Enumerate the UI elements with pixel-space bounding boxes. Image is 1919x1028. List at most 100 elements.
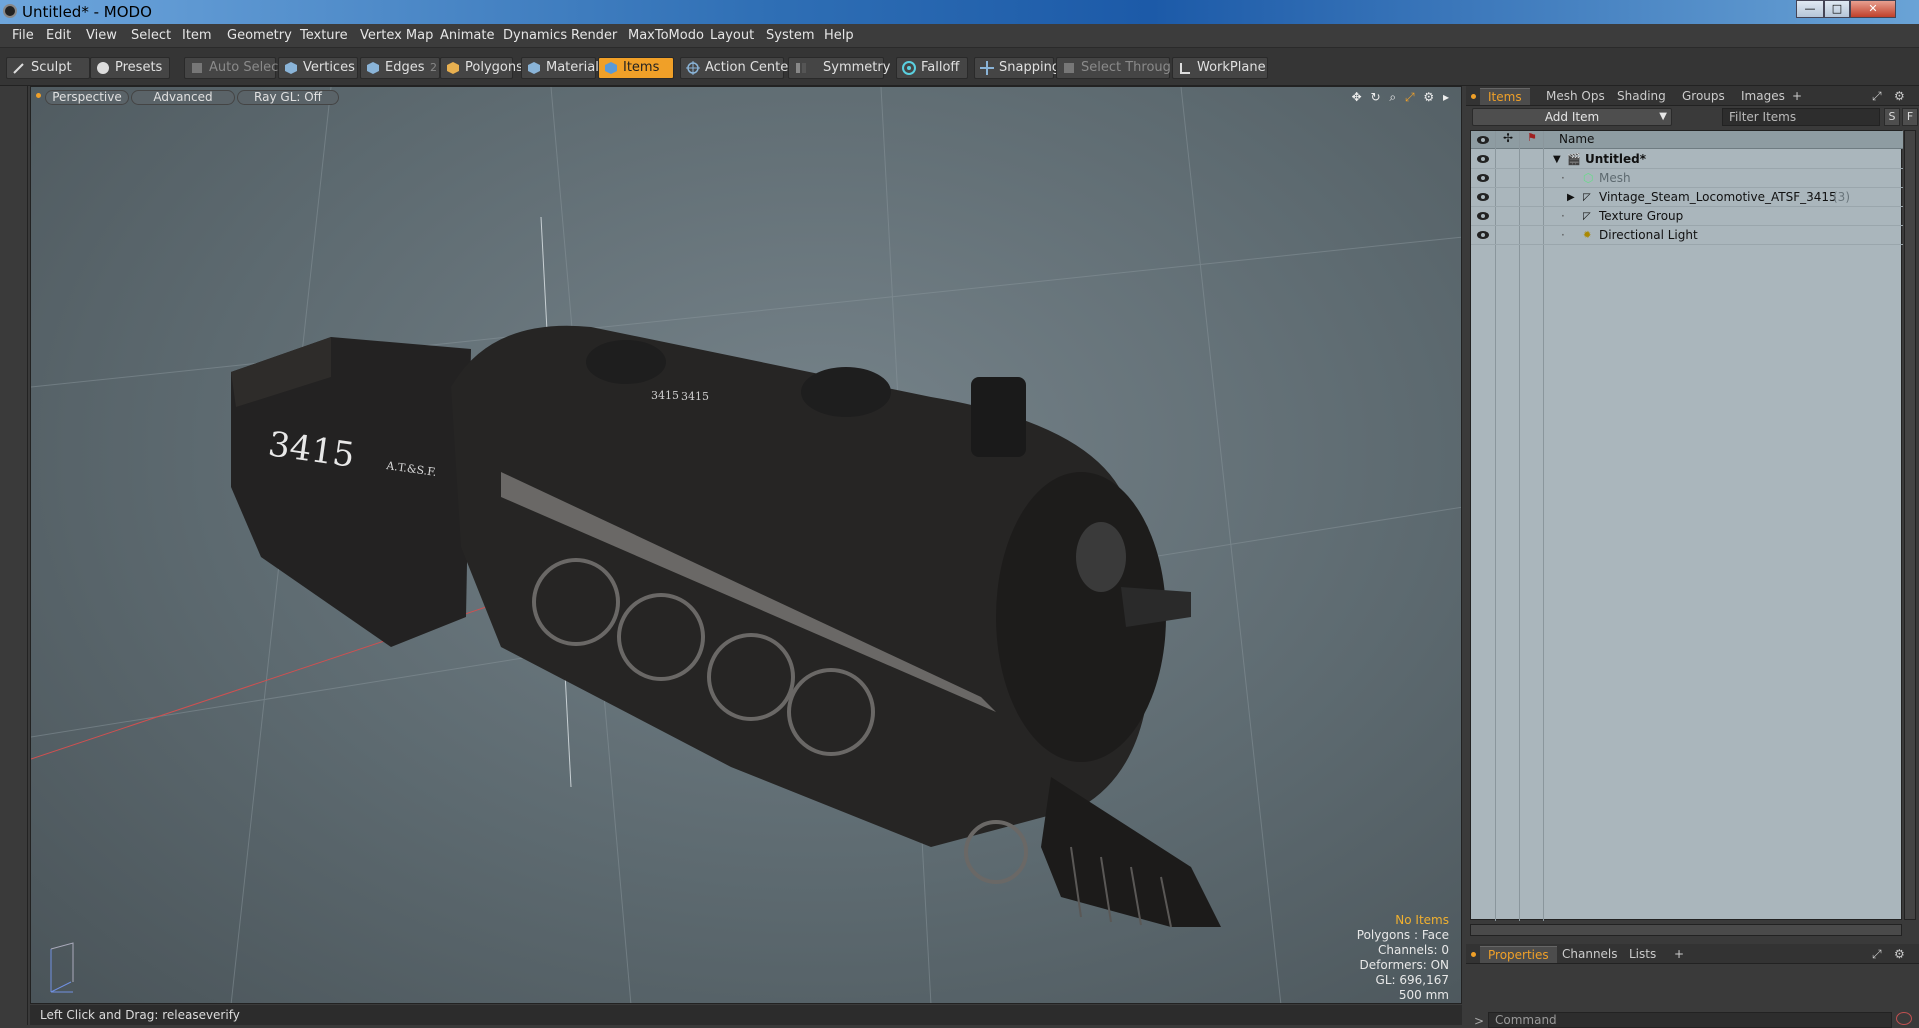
edge-cube-icon [367,62,379,74]
filter-f-button[interactable]: F [1902,108,1918,126]
name-column-header[interactable]: Name [1559,132,1594,146]
menu-texture[interactable]: Texture [300,28,348,43]
polygon-cube-icon [447,62,459,74]
close-button[interactable]: ✕ [1850,0,1896,18]
visibility-eye-icon[interactable] [1477,192,1489,202]
rotate-view-icon[interactable]: ↻ [1370,90,1380,104]
scene-render: 3415 A.T.&S.F. 3415 3415 [31,87,1461,1003]
add-tab-plus-icon[interactable]: + [1666,946,1692,963]
viewport-expand-arrow-icon[interactable]: ▸ [1443,90,1449,104]
tab-properties[interactable]: Properties [1480,946,1557,963]
viewport-header: Perspective Advanced Ray GL: Off ✥ ↻ ⌕ ⤢… [31,87,1461,107]
item-list-tree[interactable]: ✢ ⚑ Name ▼ 🎬 Untitled* · ⬡ Mesh ▶ ◸ Vint… [1470,130,1903,921]
presets-button[interactable]: Presets [90,57,170,79]
vertices-mode-button[interactable]: Vertices [278,57,358,79]
render-column-icon[interactable]: ⚑ [1527,131,1537,144]
filter-items-input[interactable]: Filter Items [1722,108,1880,126]
menu-edit[interactable]: Edit [46,28,71,43]
menu-item[interactable]: Item [182,28,212,43]
visibility-eye-icon[interactable] [1477,173,1489,183]
menu-maxtomodo[interactable]: MaxToModo [628,28,704,43]
tree-row-mesh[interactable]: · ⬡ Mesh [1471,169,1903,188]
smokestack [971,377,1026,457]
command-history-icon[interactable] [1896,1012,1912,1025]
action-center-button[interactable]: Action Center [680,57,794,79]
visibility-eye-icon[interactable] [1477,230,1489,240]
tab-channels[interactable]: Channels [1554,946,1626,963]
tab-shading[interactable]: Shading [1609,88,1674,105]
menu-render[interactable]: Render [571,28,617,43]
menu-dynamics[interactable]: Dynamics [503,28,567,43]
tab-groups[interactable]: Groups [1674,88,1733,105]
panel-settings-gear-icon[interactable]: ⚙ [1894,946,1905,963]
items-mode-button[interactable]: Items [598,57,674,79]
view-type-dropdown[interactable]: Perspective [45,90,129,105]
menu-file[interactable]: File [12,28,34,43]
shading-mode-dropdown[interactable]: Advanced [131,90,235,105]
symmetry-button[interactable]: Symmetry [788,57,890,79]
command-input[interactable]: Command [1488,1012,1892,1028]
select-through-button[interactable]: Select Through [1056,57,1179,79]
falloff-button[interactable]: Falloff [896,57,968,79]
tree-row-untitled-scene[interactable]: ▼ 🎬 Untitled* [1471,150,1903,169]
cowcatcher [1041,777,1221,927]
fit-view-icon[interactable]: ⤢ [1405,90,1415,105]
tree-connector: · [1561,228,1565,242]
tab-items[interactable]: Items [1480,88,1530,105]
tree-row-texture-group[interactable]: · ◸ Texture Group [1471,207,1903,226]
tree-item-label: Untitled* [1585,152,1646,166]
snapping-button[interactable]: Snapping [974,57,1060,79]
snapping-icon [980,61,994,75]
tree-item-child-count: (3) [1833,190,1850,204]
viewport-settings-gear-icon[interactable]: ⚙ [1423,90,1434,104]
menu-help[interactable]: Help [824,28,854,43]
menu-layout[interactable]: Layout [710,28,754,43]
tree-horizontal-scrollbar[interactable] [1470,924,1902,936]
tree-vertical-scrollbar[interactable] [1904,130,1916,920]
column-divider [1519,131,1520,921]
panel-expand-icon[interactable]: ⤢ [1872,946,1882,963]
add-tab-plus-icon[interactable]: + [1784,88,1810,105]
menu-vertex-map[interactable]: Vertex Map [360,28,433,43]
edges-mode-button[interactable]: Edges 2 [360,57,440,79]
materials-mode-button[interactable]: Materials [521,57,606,79]
visibility-eye-icon[interactable] [1477,135,1489,145]
tree-row-locomotive-group[interactable]: ▶ ◸ Vintage_Steam_Locomotive_ATSF_3415 (… [1471,188,1903,207]
pan-move-icon[interactable]: ✥ [1352,90,1362,104]
panel-settings-gear-icon[interactable]: ⚙ [1894,88,1905,105]
search-s-button[interactable]: S [1884,108,1900,126]
sculpt-button[interactable]: Sculpt [6,57,90,79]
polygons-stat: Polygons : Face [1356,928,1449,942]
menu-system[interactable]: System [766,28,814,43]
tab-mesh-ops[interactable]: Mesh Ops [1538,88,1613,105]
properties-menu-dot-icon[interactable] [1471,952,1476,957]
3d-viewport[interactable]: 3415 A.T.&S.F. 3415 3415 Perspective Adv… [30,86,1462,1004]
add-item-dropdown[interactable]: Add Item ▼ [1472,108,1672,126]
menu-geometry[interactable]: Geometry [227,28,292,43]
visibility-eye-icon[interactable] [1477,154,1489,164]
maximize-button[interactable]: □ [1824,0,1850,18]
falloff-icon [902,61,916,75]
tab-lists[interactable]: Lists [1621,946,1664,963]
workplane-button[interactable]: WorkPlane [1172,57,1268,79]
polygons-mode-button[interactable]: Polygons [440,57,523,79]
zoom-icon[interactable]: ⌕ [1389,90,1396,105]
panel-menu-dot-icon[interactable] [1471,94,1476,99]
menu-view[interactable]: View [86,28,117,43]
main-toolbar: Sculpt Presets Auto Select Vertices Edge… [0,48,1919,86]
scene-clapper-icon: 🎬 [1567,153,1581,166]
axis-gizmo [50,942,74,993]
raygl-toggle[interactable]: Ray GL: Off [237,90,339,105]
left-tool-strip[interactable] [0,86,28,1025]
visibility-eye-icon[interactable] [1477,211,1489,221]
minimize-button[interactable]: — [1796,0,1824,18]
menu-select[interactable]: Select [131,28,171,43]
expand-triangle-icon[interactable]: ▼ [1553,150,1561,169]
lock-column-icon[interactable]: ✢ [1503,131,1513,145]
expand-triangle-icon[interactable]: ▶ [1567,188,1575,207]
tree-row-directional-light[interactable]: · ✹ Directional Light [1471,226,1903,245]
menu-animate[interactable]: Animate [440,28,494,43]
viewport-menu-dot-icon[interactable] [36,93,41,98]
panel-expand-icon[interactable]: ⤢ [1872,88,1882,105]
auto-select-button[interactable]: Auto Select [184,57,283,79]
